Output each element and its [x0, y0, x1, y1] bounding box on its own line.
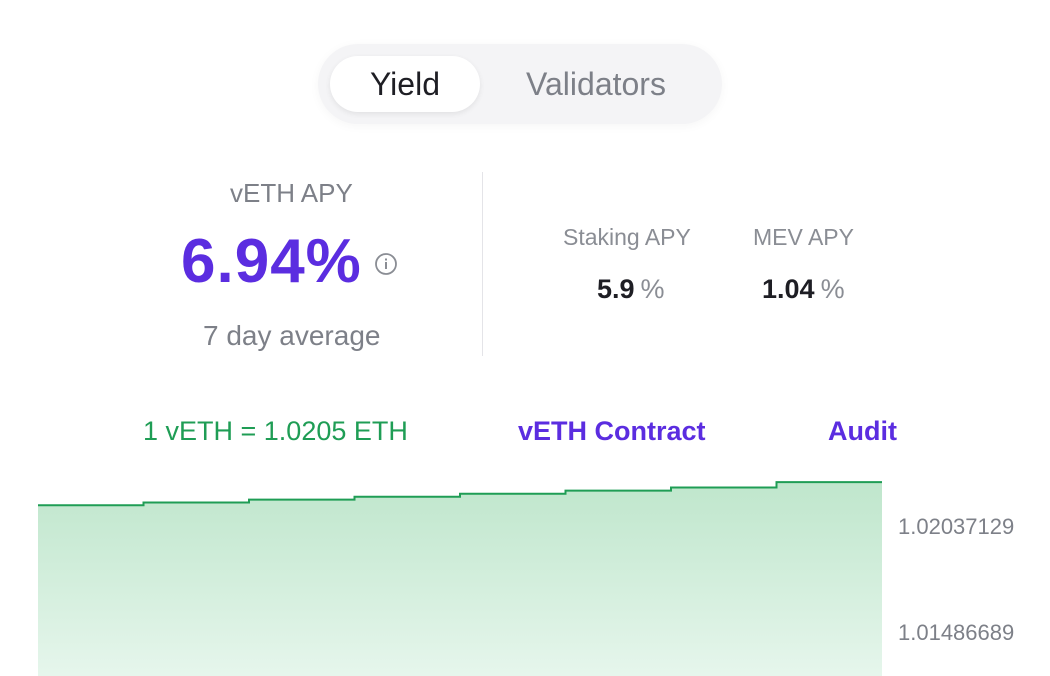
- apy-value: 6.94%: [181, 227, 362, 296]
- mev-apy-value: 1.04%: [762, 274, 845, 305]
- info-circle-icon[interactable]: [374, 252, 398, 276]
- staking-apy-label: Staking APY: [563, 224, 691, 250]
- area-fill: [38, 482, 882, 676]
- staking-apy-unit: %: [640, 274, 665, 304]
- mev-apy-number: 1.04: [762, 274, 815, 304]
- exchange-rate: 1 vETH = 1.0205 ETH: [143, 416, 408, 446]
- y-tick-label-top: 1.02037129: [898, 514, 1014, 539]
- staking-apy-value: 5.9%: [597, 274, 665, 305]
- tab-validators[interactable]: Validators: [496, 56, 696, 112]
- apy-label: vETH APY: [230, 178, 353, 208]
- y-tick-label-bottom: 1.01486689: [898, 620, 1014, 645]
- exchange-rate-chart: 1.02037129 1.01486689: [38, 481, 1014, 676]
- mev-apy-label: MEV APY: [753, 224, 854, 250]
- divider: [482, 172, 483, 356]
- apy-subtitle: 7 day average: [203, 320, 381, 351]
- mev-apy-unit: %: [820, 274, 845, 304]
- view-toggle: Yield Validators: [318, 44, 722, 124]
- audit-link[interactable]: Audit: [828, 416, 897, 447]
- staking-apy-number: 5.9: [597, 274, 635, 304]
- tab-yield[interactable]: Yield: [330, 56, 480, 112]
- veth-contract-link[interactable]: vETH Contract: [518, 416, 706, 447]
